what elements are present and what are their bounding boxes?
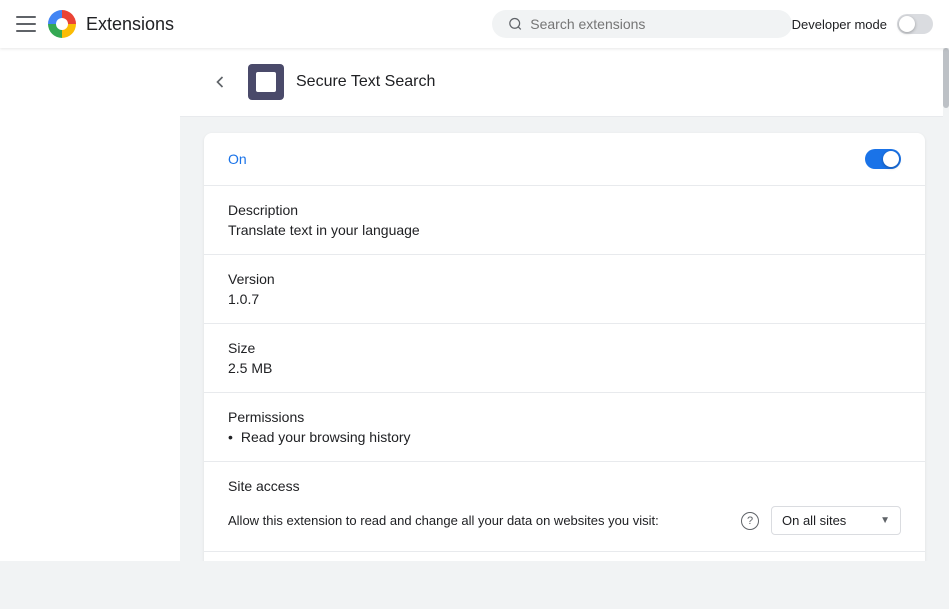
scrollbar-thumb	[943, 48, 949, 108]
extension-icon	[248, 64, 284, 100]
extension-icon-inner	[256, 72, 276, 92]
size-label: Size	[228, 340, 901, 356]
search-box[interactable]	[492, 10, 792, 38]
content-area: Secure Text Search On Description Transl…	[180, 48, 949, 561]
sidebar	[0, 48, 180, 561]
site-access-section: Site access Allow this extension to read…	[204, 462, 925, 552]
permissions-label: Permissions	[228, 409, 901, 425]
version-value: 1.0.7	[228, 291, 901, 307]
site-access-dropdown-value: On all sites	[782, 513, 846, 528]
developer-mode-label: Developer mode	[792, 17, 887, 32]
main-container: Secure Text Search On Description Transl…	[0, 48, 949, 561]
version-label: Version	[228, 271, 901, 287]
toggle-thumb	[899, 16, 915, 32]
site-access-label: Site access	[228, 478, 901, 494]
description-label: Description	[228, 202, 901, 218]
hamburger-menu-icon[interactable]	[16, 14, 36, 34]
status-label: On	[228, 151, 865, 167]
extension-enable-toggle[interactable]	[865, 149, 901, 169]
back-button[interactable]	[204, 66, 236, 98]
status-row: On	[204, 133, 925, 186]
description-section: Description Translate text in your langu…	[204, 186, 925, 255]
permissions-section: Permissions Read your browsing history	[204, 393, 925, 462]
search-input[interactable]	[530, 16, 775, 32]
back-arrow-icon	[210, 72, 230, 92]
search-icon	[508, 16, 523, 32]
scrollbar[interactable]	[943, 48, 949, 561]
chevron-down-icon: ▼	[880, 515, 890, 526]
toggle-on-thumb	[883, 151, 899, 167]
description-value: Translate text in your language	[228, 222, 901, 238]
help-icon[interactable]: ?	[741, 512, 759, 530]
incognito-section: Allow in Incognito Warning: Google Chrom…	[204, 552, 925, 561]
size-value: 2.5 MB	[228, 360, 901, 376]
site-access-description: Allow this extension to read and change …	[228, 513, 729, 528]
extension-detail-card: On Description Translate text in your la…	[204, 133, 925, 561]
extension-header: Secure Text Search	[180, 48, 949, 117]
page-title: Extensions	[86, 14, 472, 35]
chrome-logo-icon	[48, 10, 76, 38]
top-bar: Extensions Developer mode	[0, 0, 949, 48]
developer-mode-toggle[interactable]	[897, 14, 933, 34]
permission-item: Read your browsing history	[228, 429, 901, 445]
site-access-control: Allow this extension to read and change …	[228, 506, 901, 535]
extension-name: Secure Text Search	[296, 73, 435, 91]
size-section: Size 2.5 MB	[204, 324, 925, 393]
site-access-dropdown[interactable]: On all sites ▼	[771, 506, 901, 535]
version-section: Version 1.0.7	[204, 255, 925, 324]
